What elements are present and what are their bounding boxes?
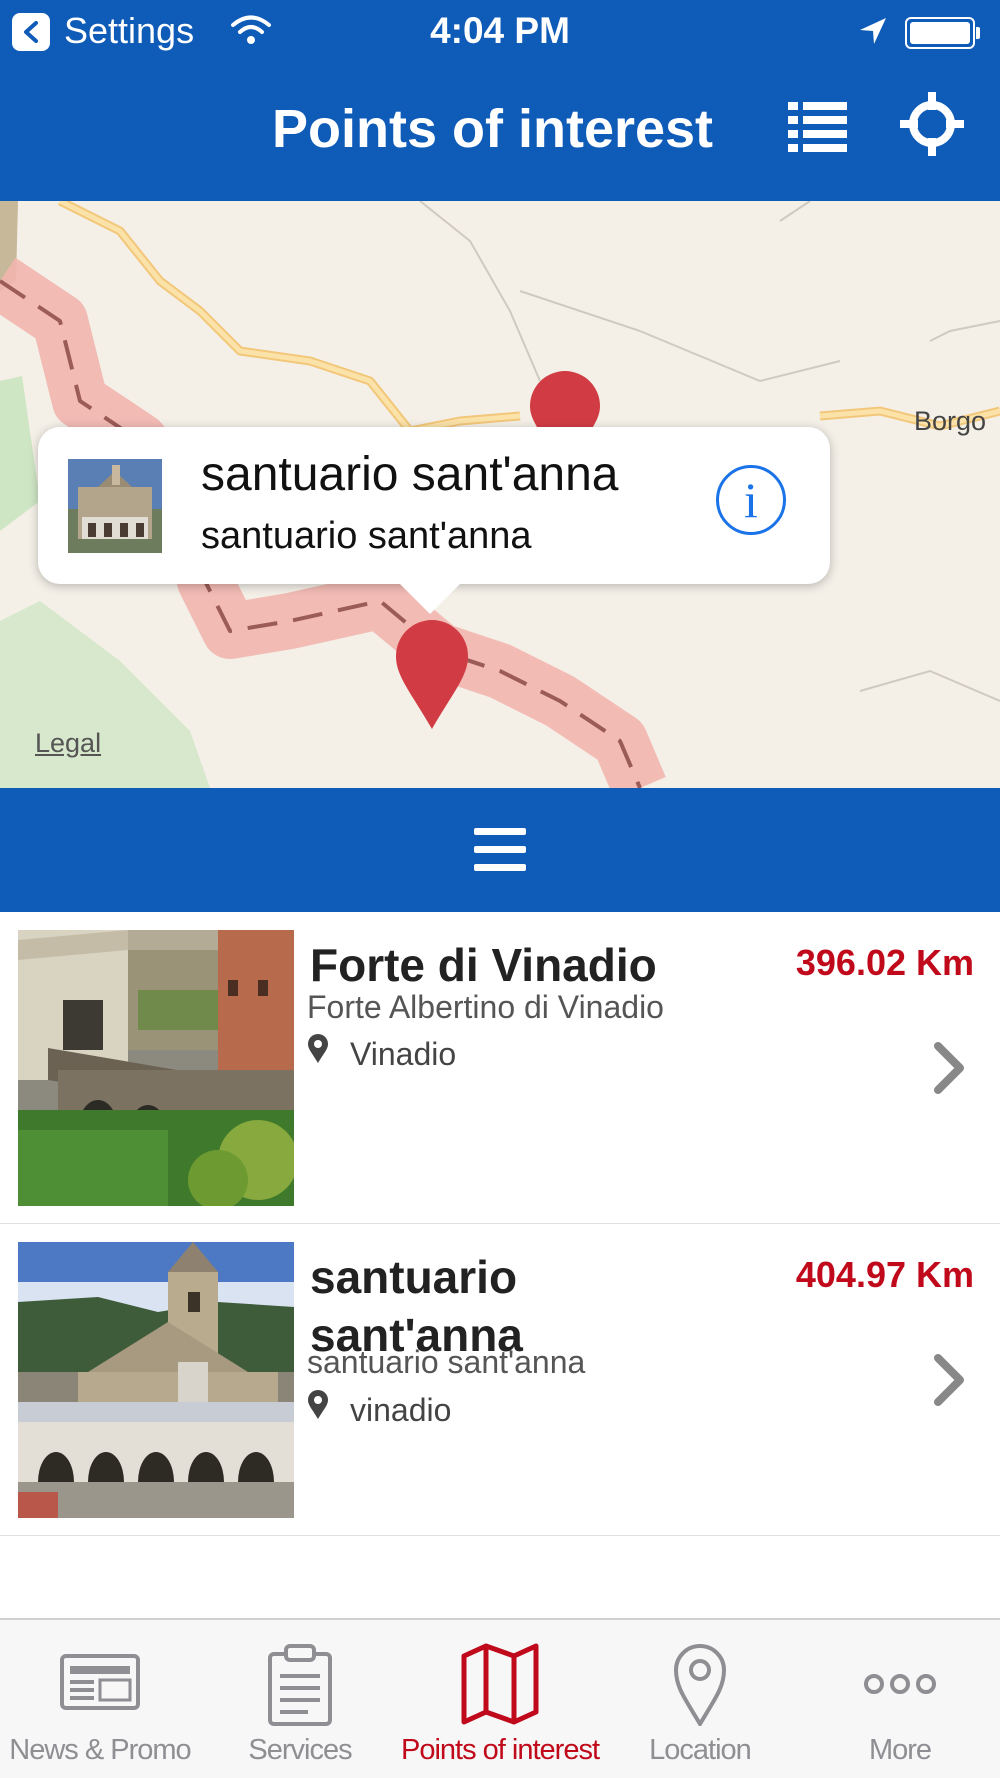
- location-pin-icon: [308, 1034, 328, 1063]
- tab-label: Points of interest: [401, 1734, 600, 1766]
- battery-icon: [905, 17, 975, 49]
- poi-list: Forte di Vinadio Forte Albertino di Vina…: [0, 912, 1000, 1536]
- poi-location: Vinadio: [350, 1036, 457, 1072]
- tab-label: News & Promo: [9, 1734, 191, 1766]
- map-legal-link[interactable]: Legal: [35, 728, 101, 759]
- poi-distance: 396.02 Km: [795, 942, 974, 983]
- map-view[interactable]: Borgo santuario sant'anna santuario sant…: [0, 201, 1000, 788]
- tab-more[interactable]: More: [800, 1620, 1000, 1778]
- map-pin-icon[interactable]: [396, 620, 468, 729]
- status-bar: Settings 4:04 PM: [0, 0, 1000, 66]
- location-arrow-icon: [860, 18, 886, 44]
- page-title: Points of interest: [272, 99, 714, 159]
- callout-pointer: [392, 576, 468, 614]
- poi-subtitle: santuario sant'anna: [307, 1344, 586, 1380]
- chevron-right-icon: [934, 1042, 964, 1094]
- poi-location: vinadio: [350, 1392, 452, 1428]
- chevron-right-icon: [934, 1354, 964, 1406]
- map-place-label: Borgo: [914, 406, 987, 436]
- location-pin-icon: [673, 1644, 727, 1726]
- poi-distance: 404.97 Km: [795, 1254, 974, 1295]
- poi-subtitle: Forte Albertino di Vinadio: [307, 989, 664, 1025]
- poi-thumbnail: [18, 930, 294, 1206]
- list-icon[interactable]: [782, 96, 852, 156]
- tab-label: Location: [649, 1734, 752, 1766]
- map-callout[interactable]: santuario sant'anna santuario sant'anna …: [38, 427, 830, 584]
- tab-bar: News & Promo Services Points of interest…: [0, 1618, 1000, 1778]
- list-item[interactable]: Forte di Vinadio Forte Albertino di Vina…: [0, 912, 1000, 1224]
- nav-bar: Points of interest: [0, 66, 1000, 201]
- tab-news-promo[interactable]: News & Promo: [0, 1620, 200, 1778]
- tab-label: More: [868, 1734, 932, 1766]
- clipboard-icon: [268, 1644, 332, 1726]
- list-toggle-bar[interactable]: [0, 788, 1000, 912]
- crosshair-icon[interactable]: [898, 90, 966, 158]
- poi-title: Forte di Vinadio: [310, 939, 657, 991]
- tab-services[interactable]: Services: [200, 1620, 400, 1778]
- info-icon[interactable]: i: [716, 465, 786, 535]
- newspaper-icon: [60, 1654, 140, 1710]
- poi-thumbnail: [18, 1242, 294, 1518]
- more-dots-icon: [864, 1674, 936, 1694]
- location-pin-icon: [308, 1390, 328, 1419]
- map-icon: [461, 1643, 539, 1725]
- callout-thumbnail: [68, 459, 162, 553]
- tab-label: Services: [248, 1734, 352, 1766]
- callout-title: santuario sant'anna: [201, 448, 619, 501]
- tab-points-of-interest[interactable]: Points of interest: [400, 1620, 600, 1778]
- hamburger-menu-icon[interactable]: [472, 826, 528, 874]
- list-item[interactable]: santuario sant'anna santuario sant'anna …: [0, 1224, 1000, 1536]
- status-time: 4:04 PM: [430, 10, 570, 51]
- tab-location[interactable]: Location: [600, 1620, 800, 1778]
- callout-subtitle: santuario sant'anna: [201, 515, 532, 557]
